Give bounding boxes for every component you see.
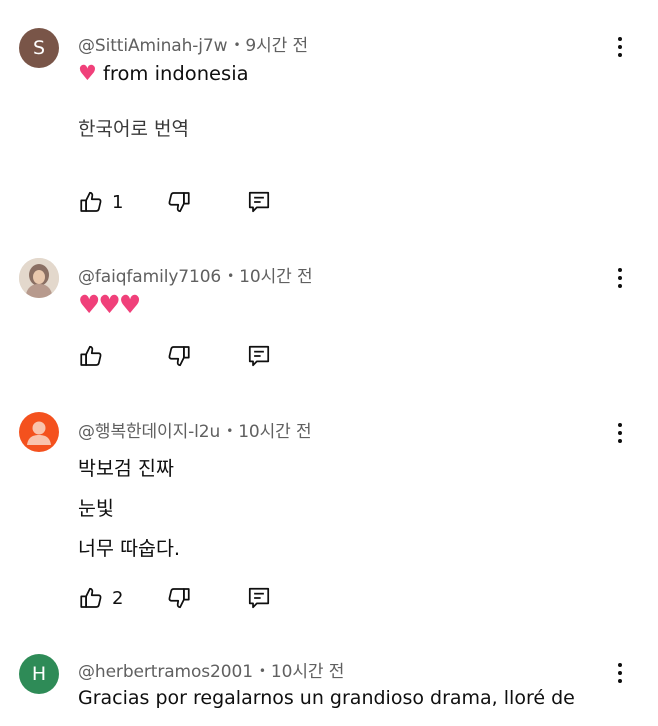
comment-line: from indonesia — [103, 62, 249, 85]
translate-link[interactable]: 한국어로 번역 — [78, 114, 189, 141]
separator-dot: • — [227, 269, 235, 283]
avatar[interactable] — [19, 412, 59, 452]
dislike-button[interactable] — [166, 584, 192, 612]
reply-button[interactable] — [246, 188, 272, 216]
avatar[interactable]: H — [19, 654, 59, 694]
separator-dot: • — [226, 424, 234, 438]
comment-time: 9시간 전 — [245, 36, 309, 56]
avatar-letter: H — [31, 663, 47, 685]
comment-text: ♥♥♥ — [78, 290, 141, 319]
avatar-letter: S — [32, 37, 46, 59]
more-vert-icon[interactable] — [610, 34, 630, 60]
like-count: 2 — [112, 587, 124, 609]
separator-dot: • — [258, 664, 266, 678]
like-icon — [78, 585, 104, 611]
dislike-icon — [166, 343, 192, 369]
comment-time: 10시간 전 — [238, 422, 312, 442]
avatar-photo — [19, 258, 59, 298]
more-vert-icon[interactable] — [610, 420, 630, 446]
comment-line: 눈빛 — [78, 497, 114, 520]
like-count: 1 — [112, 191, 124, 213]
comment-author[interactable]: @herbertramos2001 — [78, 662, 253, 682]
reply-button[interactable] — [246, 342, 272, 370]
more-vert-icon[interactable] — [610, 660, 630, 686]
heart-emoji: ♥ — [78, 61, 97, 85]
reply-icon — [246, 343, 272, 369]
comment-line: 박보검 진짜 — [78, 457, 174, 480]
avatar[interactable]: S — [19, 28, 59, 68]
comment-line: Gracias por regalarnos un grandioso dram… — [78, 687, 575, 709]
like-icon — [78, 189, 104, 215]
comment-line: 너무 따숩다. — [78, 537, 181, 560]
like-icon — [78, 343, 104, 369]
heart-emojis: ♥♥♥ — [78, 290, 141, 319]
separator-dot: • — [233, 38, 241, 52]
comment-author[interactable]: @faiqfamily7106 — [78, 267, 221, 287]
comment-author[interactable]: @SittiAminah-j7w — [78, 36, 228, 56]
reply-icon — [246, 189, 272, 215]
comment-header: @herbertramos2001 • 10시간 전 — [78, 657, 344, 682]
dislike-icon — [166, 585, 192, 611]
comment-header: @행복한데이지-l2u • 10시간 전 — [78, 417, 312, 442]
default-avatar-icon — [27, 421, 51, 445]
comment-time: 10시간 전 — [270, 662, 345, 682]
like-button[interactable]: 2 — [78, 584, 123, 612]
like-button[interactable] — [78, 342, 104, 370]
reply-icon — [246, 585, 272, 611]
dislike-button[interactable] — [166, 342, 192, 370]
comment-text: ♥ from indonesia — [78, 61, 249, 85]
comment-header: @faiqfamily7106 • 10시간 전 — [78, 262, 313, 287]
reply-button[interactable] — [246, 584, 272, 612]
comment-header: @SittiAminah-j7w • 9시간 전 — [78, 31, 308, 56]
comment-time: 10시간 전 — [239, 267, 313, 287]
avatar[interactable] — [19, 258, 59, 298]
more-vert-icon[interactable] — [610, 265, 630, 291]
dislike-button[interactable] — [166, 188, 192, 216]
dislike-icon — [166, 189, 192, 215]
comment-author[interactable]: @행복한데이지-l2u — [78, 422, 220, 442]
like-button[interactable]: 1 — [78, 188, 123, 216]
